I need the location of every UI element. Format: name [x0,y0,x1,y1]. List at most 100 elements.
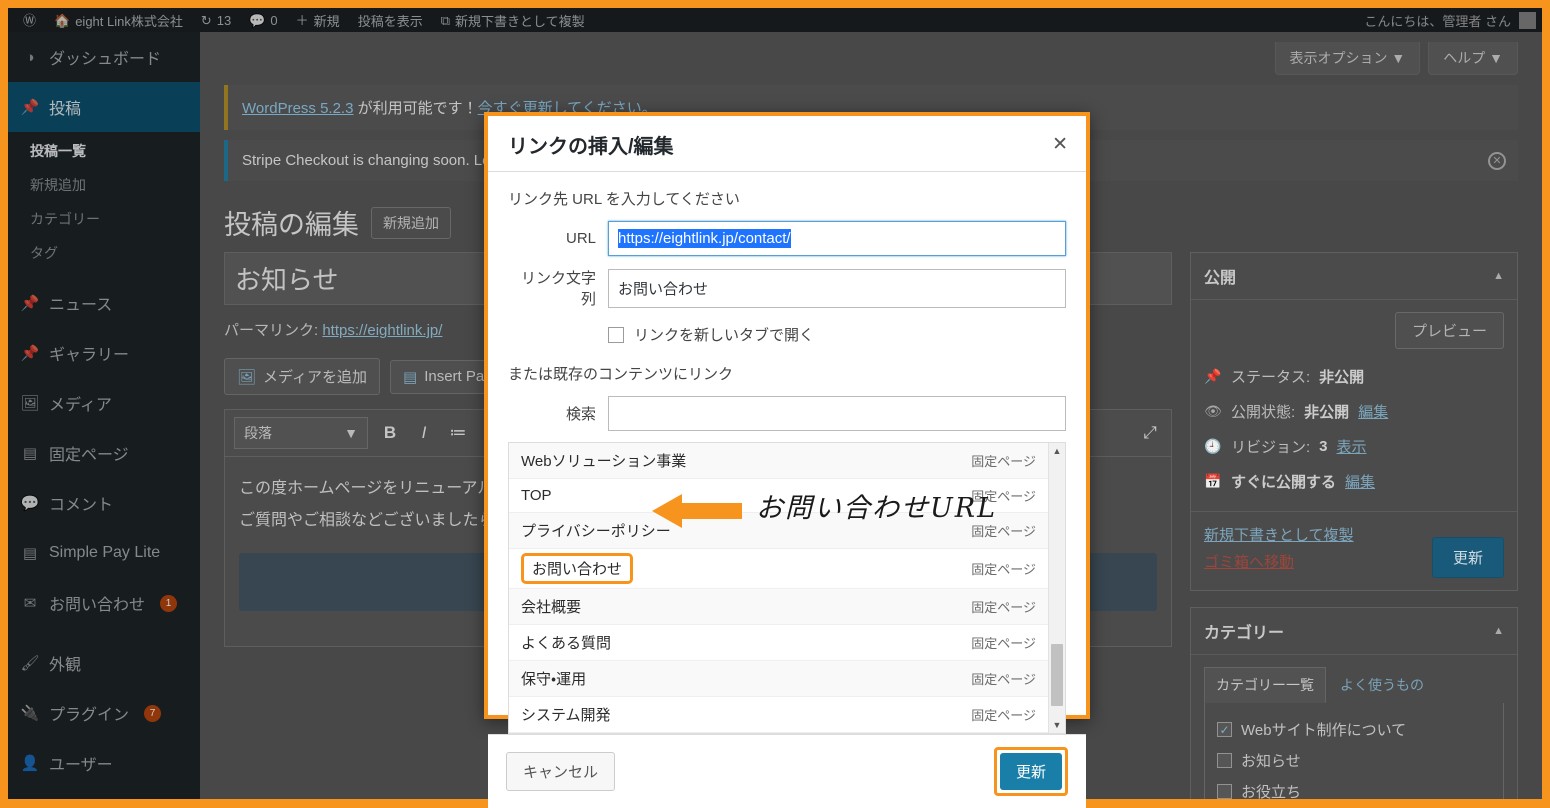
scrollbar-thumb[interactable] [1051,644,1063,706]
plugins-count-badge: 7 [144,705,161,722]
modal-title: リンクの挿入/編集 [508,130,674,159]
chevron-up-icon[interactable]: ▲ [1493,270,1504,282]
checkbox-icon[interactable] [608,327,624,343]
sidebar-item-news[interactable]: 📌 ニュース [8,278,200,328]
sidebar-item-label: 外観 [49,651,81,675]
view-post-link[interactable]: 投稿を表示 [349,11,432,30]
sidebar-item-appearance[interactable]: 🖌 外観 [8,638,200,688]
sidebar-item-contact[interactable]: ✉ お問い合わせ 1 [8,578,200,628]
duplicate-draft-link[interactable]: 新規下書きとして複製 [1204,524,1354,545]
view-post-label: 投稿を表示 [358,11,423,30]
updates-icon: ↻ [201,14,212,27]
scroll-up-icon[interactable]: ▲ [1053,446,1062,456]
screen-options-button[interactable]: 表示オプション ▼ [1275,42,1421,75]
avatar [1519,12,1536,29]
visibility-row: 👁 公開状態: 非公開 編集 [1204,394,1504,429]
sidebar-item-media[interactable]: 🖼 メディア [8,378,200,428]
close-icon[interactable]: ✕ [1052,135,1068,154]
list-item-contact-highlighted[interactable]: お問い合わせ 固定ページ [509,549,1048,589]
chevron-up-icon[interactable]: ▲ [1493,625,1504,637]
bullet-list-button[interactable]: ≔ [446,423,470,443]
revisions-view-link[interactable]: 表示 [1337,436,1367,457]
sidebar-item-label: コメント [49,491,113,515]
update-button[interactable]: 更新 [1432,537,1504,578]
sidebar-item-label: ダッシュボード [49,45,161,69]
sidebar-item-dashboard[interactable]: ◑ ダッシュボード [8,32,200,82]
sidebar-item-comments[interactable]: 💬 コメント [8,478,200,528]
add-new-button[interactable]: 新規追加 [371,207,451,239]
submenu-item-categories[interactable]: カテゴリー [8,202,200,236]
sidebar-item-pages[interactable]: ▤ 固定ページ [8,428,200,478]
submenu-item-all-posts[interactable]: 投稿一覧 [8,134,200,168]
sidebar-item-gallery[interactable]: 📌 ギャラリー [8,328,200,378]
cancel-button[interactable]: キャンセル [506,752,615,791]
bold-button[interactable]: B [378,423,402,443]
list-icon: ≔ [450,423,467,442]
tab-most-used[interactable]: よく使うもの [1328,667,1436,703]
open-new-tab-row[interactable]: リンクを新しいタブで開く [608,324,1066,345]
sidebar-item-plugins[interactable]: 🔌 プラグイン 7 [8,688,200,738]
greeting-label: こんにちは、管理者 さん [1364,11,1511,30]
list-item[interactable]: 保守・運用 固定ページ [509,661,1048,697]
list-item[interactable]: Webソリューション事業 固定ページ [509,443,1048,479]
category-item[interactable]: お役立ち [1217,776,1491,799]
list-item[interactable]: 会社概要 固定ページ [509,589,1048,625]
category-item[interactable]: お知らせ [1217,745,1491,776]
site-name-menu[interactable]: 🏠 eight Link株式会社 [45,11,192,30]
duplicate-draft-link[interactable]: ⧉ 新規下書きとして複製 [432,11,594,30]
visibility-edit-link[interactable]: 編集 [1358,401,1388,422]
scrollbar-track[interactable] [1049,456,1065,720]
sidebar-item-tools[interactable]: 🔧 ツール [8,788,200,799]
checkbox-icon[interactable] [1217,753,1232,768]
existing-content-legend: または既存のコンテンツにリンク [508,363,1066,384]
format-select[interactable]: 段落 ▼ [234,417,368,449]
wp-logo-menu[interactable]: Ⓦ [14,14,45,27]
list-item[interactable]: システム開発 固定ページ [509,697,1048,733]
move-to-trash-link[interactable]: ゴミ箱へ移動 [1204,551,1354,572]
calendar-icon: 📅 [1204,473,1222,490]
menu-separator [8,628,200,638]
add-media-label: メディアを追加 [263,366,367,387]
fullscreen-button[interactable]: ⤢ [1138,423,1162,443]
category-label: お役立ち [1241,781,1301,799]
list-item[interactable]: よくある質問 固定ページ [509,625,1048,661]
category-box: カテゴリー ▲ カテゴリー一覧 よく使うもの ✓ Webサイ [1190,607,1518,799]
search-input[interactable] [608,396,1066,431]
checkbox-icon[interactable] [1217,784,1232,799]
result-title: よくある質問 [521,632,611,653]
preview-button[interactable]: プレビュー [1395,312,1504,349]
updates-menu[interactable]: ↻ 13 [192,13,240,28]
help-button[interactable]: ヘルプ ▼ [1428,42,1518,75]
new-content-menu[interactable]: ＋ 新規 [287,11,349,30]
submenu-item-add-new[interactable]: 新規追加 [8,168,200,202]
admin-bar: Ⓦ 🏠 eight Link株式会社 ↻ 13 💬 0 ＋ 新規 投稿を表示 [8,8,1542,32]
italic-button[interactable]: I [412,423,436,443]
schedule-edit-link[interactable]: 編集 [1345,471,1375,492]
url-input-value: https://eightlink.jp/contact/ [618,229,791,248]
result-type: 固定ページ [971,705,1036,724]
sidebar-item-label: ギャラリー [49,341,129,365]
results-scrollbar[interactable]: ▲ ▼ [1048,443,1065,733]
sidebar-item-posts[interactable]: 📌 投稿 [8,82,200,132]
url-input[interactable]: https://eightlink.jp/contact/ [608,221,1066,256]
link-text-input[interactable]: お問い合わせ [608,269,1066,308]
add-media-button[interactable]: 🖼 メディアを追加 [224,358,380,395]
sidebar-item-users[interactable]: 👤 ユーザー [8,738,200,788]
category-item[interactable]: ✓ Webサイト制作について [1217,714,1491,745]
dismiss-icon[interactable]: ✕ [1488,152,1506,170]
sidebar-item-simple-pay-lite[interactable]: ▤ Simple Pay Lite [8,528,200,578]
wordpress-version-link[interactable]: WordPress 5.2.3 [242,100,353,117]
submenu-item-tags[interactable]: タグ [8,236,200,270]
comments-menu[interactable]: 💬 0 [240,13,286,28]
permalink-link[interactable]: https://eightlink.jp/ [322,322,442,339]
status-label: ステータス: [1231,366,1310,387]
modal-update-button[interactable]: 更新 [1000,753,1062,790]
scroll-down-icon[interactable]: ▼ [1053,720,1062,730]
tab-all-categories[interactable]: カテゴリー一覧 [1204,667,1326,703]
admin-sidebar-menu: ◑ ダッシュボード 📌 投稿 投稿一覧 新規追加 カテゴリー タグ 📌 ニュース… [8,32,200,799]
toolbar-right-group: ⤢ [1138,423,1162,443]
duplicate-label: 新規下書きとして複製 [455,11,585,30]
checkbox-checked-icon[interactable]: ✓ [1217,722,1232,737]
result-type: 固定ページ [971,597,1036,616]
my-account-menu[interactable]: こんにちは、管理者 さん [1364,11,1542,30]
